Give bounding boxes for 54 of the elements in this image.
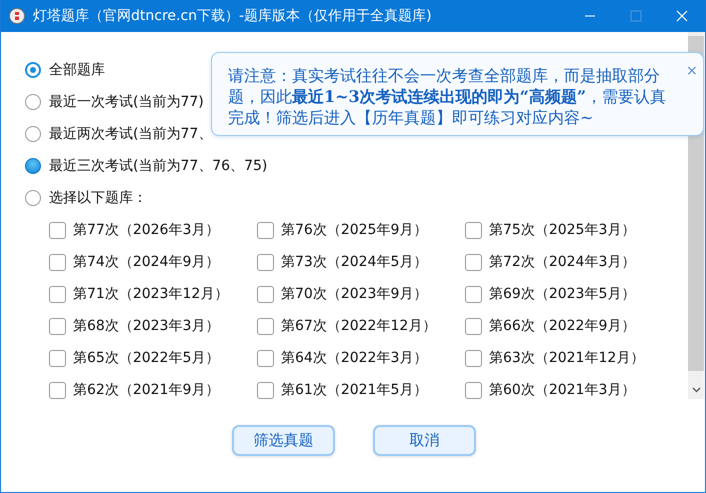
filter-button[interactable]: 筛选真题 [232,425,335,456]
checkbox[interactable] [465,286,482,302]
checkbox[interactable] [257,286,274,302]
checkbox[interactable] [465,254,482,270]
checkbox-label: 第71次（2023年12月） [73,285,228,303]
radio-label: 最近一次考试(当前为77) [49,93,204,111]
checkbox-label: 第75次（2025年3月） [489,221,636,239]
window-title: 灯塔题库（官网dtncre.cn下载）-题库版本（仅作用于全真题库) [33,7,433,25]
close-icon [676,10,688,22]
checkbox[interactable] [49,382,66,398]
checkbox[interactable] [257,318,274,334]
checkbox[interactable] [465,318,482,334]
radio-label: 最近三次考试(当前为77、76、75) [49,157,268,175]
checkbox-label: 第69次（2023年5月） [489,285,636,303]
radio-button[interactable] [25,190,41,206]
checkbox-label: 第61次（2021年5月） [281,381,428,399]
checkbox[interactable] [49,222,66,238]
radio-button[interactable] [25,62,41,78]
cancel-button[interactable]: 取消 [373,425,476,456]
checkbox[interactable] [49,286,66,302]
checkbox-label: 第65次（2022年5月） [73,349,220,367]
checkbox-label: 第66次（2022年9月） [489,317,636,335]
checkbox-label: 第74次（2024年9月） [73,253,220,271]
radio-label: 全部题库 [49,61,105,79]
caret-icon[interactable] [692,385,700,394]
radio-button[interactable] [25,158,41,174]
checkbox[interactable] [257,254,274,270]
radio-label: 选择以下题库： [49,189,147,207]
checkbox[interactable] [49,350,66,366]
checkbox[interactable] [257,382,274,398]
checkbox[interactable] [465,382,482,398]
radio-label: 最近两次考试(当前为77、 [49,125,212,143]
radio-button[interactable] [25,126,41,142]
checkbox-label: 第68次（2023年3月） [73,317,220,335]
checkbox[interactable] [257,222,274,238]
checkbox[interactable] [49,254,66,270]
checkbox[interactable] [465,222,482,238]
checkbox-label: 第63次（2021年12月） [489,349,644,367]
checkbox[interactable] [465,350,482,366]
close-button[interactable]: × [686,63,698,79]
checkbox-label: 第70次（2023年9月） [281,285,428,303]
checkbox-label: 第73次（2024年5月） [281,253,428,271]
checkbox-label: 第77次（2026年3月） [73,221,220,239]
checkbox-label: 第76次（2025年9月） [281,221,428,239]
notice-text: 请注意：真实考试往往不会一次考查全部题库，而是抽取部分题，因此最近1~3次考试连续出现的即为“高频题”，需要认真完成！筛选后进入【历年真题】即可练习对应内容~ [228,65,668,129]
checkbox-label: 第72次（2024年3月） [489,253,636,271]
checkbox[interactable] [49,318,66,334]
checkbox-label: 第67次（2022年12月） [281,317,436,335]
maximize-icon [630,10,642,22]
checkbox-label: 第62次（2021年9月） [73,381,220,399]
checkbox[interactable] [257,350,274,366]
radio-button[interactable] [25,94,41,110]
checkbox-label: 第60次（2021年3月） [489,381,636,399]
checkbox-label: 第64次（2022年3月） [281,349,428,367]
